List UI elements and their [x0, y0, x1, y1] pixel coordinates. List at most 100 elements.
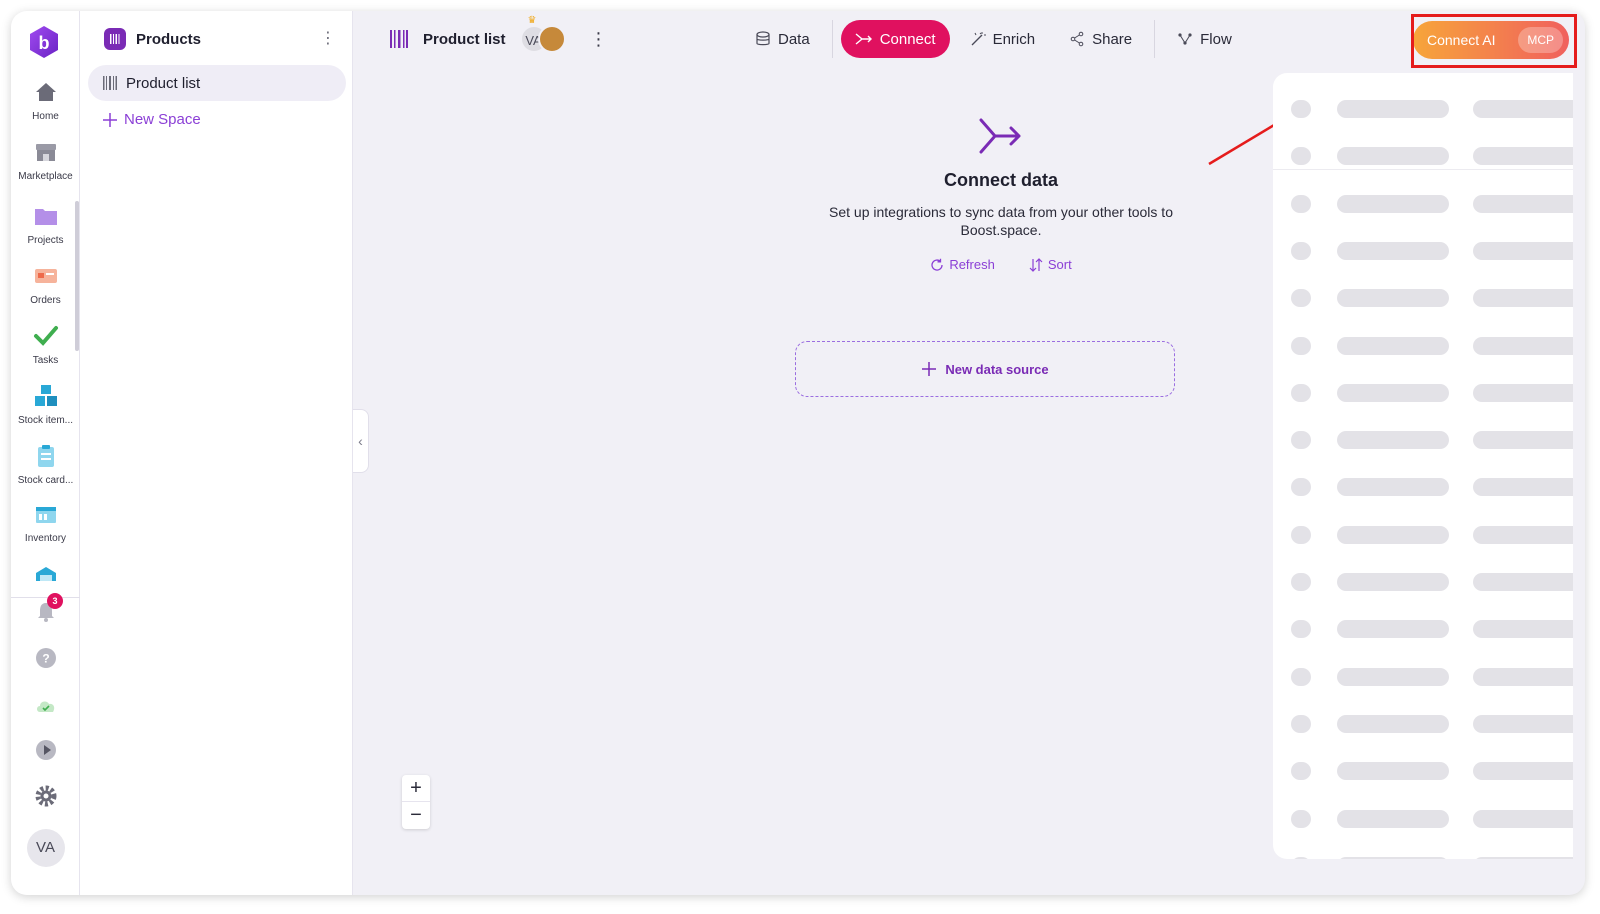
skeleton-bar	[1473, 667, 1573, 686]
collaborator-avatars[interactable]: ♛ VA	[519, 15, 566, 53]
play-icon	[35, 740, 56, 760]
tab-enrich[interactable]: Enrich	[956, 20, 1050, 58]
notifications-button[interactable]: 3	[11, 593, 80, 625]
rail-item-orders[interactable]: Orders	[11, 263, 80, 306]
skeleton-bar	[1337, 431, 1449, 450]
rail-item-projects[interactable]: Projects	[11, 203, 80, 246]
tab-share[interactable]: Share	[1055, 20, 1146, 58]
skeleton-dot	[1291, 620, 1311, 639]
new-space-button[interactable]: New Space	[102, 111, 201, 128]
tab-connect[interactable]: Connect	[840, 20, 950, 58]
skeleton-dot	[1291, 194, 1311, 213]
kebab-menu-icon[interactable]: ⋮	[320, 31, 336, 47]
rail-item-stock-cards[interactable]: Stock card...	[11, 443, 80, 486]
skeleton-bar	[1337, 762, 1449, 781]
skeleton-bar	[1337, 714, 1449, 733]
skeleton-bar	[1473, 573, 1573, 591]
sidebar-item-product-list[interactable]: Product list	[88, 65, 346, 101]
skeleton-bar	[1473, 336, 1573, 355]
rail-scrollbar[interactable]	[75, 201, 79, 351]
clipboard-icon	[37, 445, 54, 467]
rail-item-stock-items[interactable]: Stock item...	[11, 383, 80, 426]
skeleton-bar	[1473, 762, 1573, 781]
tutorials-button[interactable]	[11, 739, 80, 761]
zoom-in-button[interactable]: +	[402, 775, 430, 802]
empty-state-description: Set up integrations to sync data from yo…	[829, 204, 1173, 238]
main-navigation-rail: b Home Marketplace Projects Orders Tasks…	[11, 11, 80, 895]
rail-item-label: Marketplace	[18, 171, 73, 182]
skeleton-bar	[1337, 194, 1449, 213]
skeleton-dot	[1291, 289, 1311, 308]
cloud-check-icon	[36, 701, 54, 712]
rail-item-label: Stock card...	[17, 475, 74, 486]
tab-label: Share	[1092, 30, 1133, 48]
skeleton-dot	[1291, 383, 1311, 402]
rail-item-tasks[interactable]: Tasks	[11, 323, 80, 366]
skeleton-bar	[1337, 620, 1449, 639]
home-icon	[35, 83, 56, 101]
empty-state: Connect data Set up integrations to sync…	[796, 116, 1206, 272]
rail-item-marketplace[interactable]: Marketplace	[11, 139, 80, 182]
skeleton-dot	[1291, 241, 1311, 260]
rail-item-home[interactable]: Home	[11, 79, 80, 122]
skeleton-bar	[1337, 383, 1449, 402]
refresh-button[interactable]: Refresh	[930, 257, 995, 272]
skeleton-bar	[1473, 620, 1573, 639]
loading-skeleton-panel	[1273, 73, 1573, 859]
new-data-source-label: New data source	[945, 361, 1049, 377]
check-icon	[33, 326, 58, 346]
mode-tabs: Data Connect Enrich Share Flow	[741, 20, 1246, 58]
sort-label: Sort	[1047, 257, 1072, 272]
annotation-highlight-box	[1411, 14, 1577, 68]
empty-state-actions: Refresh Sort	[796, 257, 1206, 272]
skeleton-bar	[1473, 383, 1573, 402]
svg-text:?: ?	[42, 652, 49, 666]
sync-status-button[interactable]	[11, 694, 80, 716]
new-data-source-button[interactable]: New data source	[795, 341, 1175, 397]
rail-item-more[interactable]	[11, 563, 80, 581]
database-icon	[756, 31, 770, 46]
skeleton-dot	[1291, 809, 1311, 828]
skeleton-bar	[1337, 147, 1449, 166]
skeleton-row	[1273, 619, 1573, 639]
sort-button[interactable]: Sort	[1029, 257, 1072, 272]
help-button[interactable]: ?	[11, 647, 80, 669]
tab-label: Enrich	[992, 30, 1036, 48]
skeleton-dot	[1291, 478, 1311, 497]
sidebar-item-label: Product list	[126, 74, 201, 92]
skeleton-bar	[1473, 100, 1573, 118]
inventory-icon	[35, 507, 56, 523]
skeleton-row	[1273, 572, 1573, 592]
skeleton-row	[1273, 667, 1573, 687]
skeleton-bar	[1473, 714, 1573, 733]
tab-flow[interactable]: Flow	[1163, 20, 1246, 58]
boxes-icon	[34, 385, 57, 406]
empty-state-heading: Connect data	[943, 170, 1058, 190]
chevron-left-icon: ‹	[358, 433, 363, 449]
skeleton-row	[1273, 336, 1573, 356]
tab-divider	[831, 20, 833, 58]
plus-icon	[103, 112, 117, 127]
zoom-out-button[interactable]: −	[402, 802, 430, 829]
connect-icon	[855, 33, 872, 45]
new-space-label: New Space	[124, 111, 201, 128]
sidebar-header: Products	[104, 27, 201, 51]
settings-button[interactable]	[11, 784, 80, 808]
folder-icon	[34, 209, 57, 225]
rail-item-label: Orders	[30, 295, 61, 306]
user-avatar[interactable]: VA	[11, 829, 80, 867]
skeleton-row	[1273, 525, 1573, 545]
skeleton-bar	[1473, 856, 1573, 859]
refresh-icon	[931, 258, 943, 271]
skeleton-dot	[1291, 714, 1311, 733]
rail-item-inventory[interactable]: Inventory	[11, 501, 80, 544]
boost-space-logo[interactable]: b	[27, 25, 61, 59]
share-icon	[1070, 31, 1084, 47]
tab-data[interactable]: Data	[741, 20, 824, 58]
skeleton-bar	[1337, 241, 1449, 260]
collapse-sidebar-handle[interactable]: ‹	[353, 409, 369, 473]
skeleton-dot	[1291, 667, 1311, 686]
kebab-menu-icon[interactable]: ⋮	[590, 29, 608, 50]
skeleton-row	[1273, 477, 1573, 497]
skeleton-bar	[1473, 289, 1573, 308]
